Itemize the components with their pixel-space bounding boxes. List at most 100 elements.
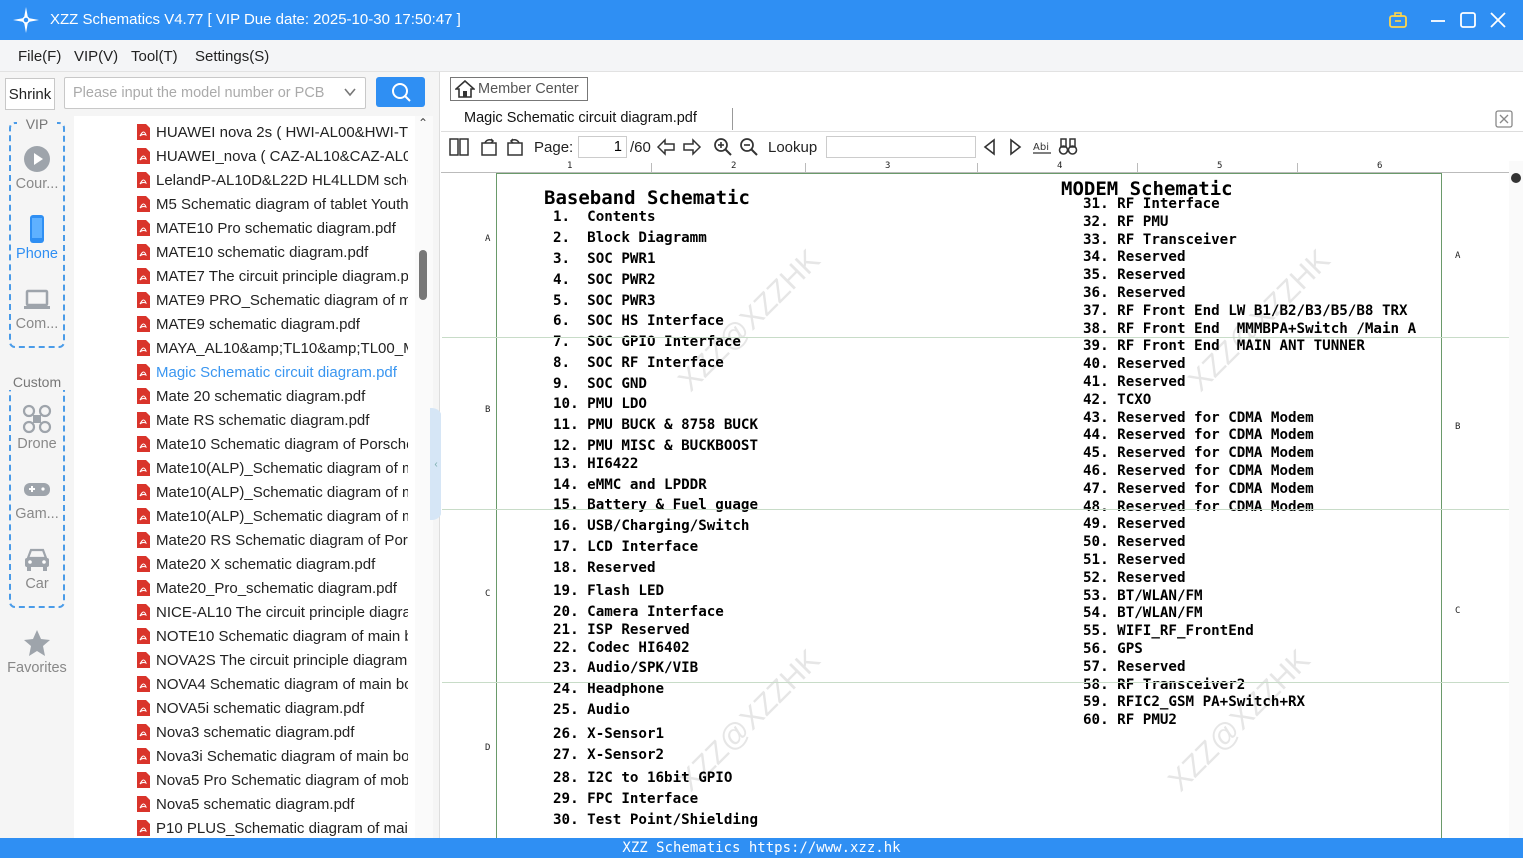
- file-list-item[interactable]: Mate 20 schematic diagram.pdf: [74, 384, 415, 408]
- file-list-item[interactable]: Mate RS schematic diagram.pdf: [74, 408, 415, 432]
- two-page-view-icon[interactable]: [449, 137, 469, 157]
- menu-settings[interactable]: Settings(S): [195, 48, 269, 65]
- toc-entry: 45. Reserved for CDMA Modem: [1083, 445, 1314, 462]
- file-list-item[interactable]: Mate20 RS Schematic diagram of Porsche: [74, 528, 415, 552]
- file-list-item[interactable]: MATE10 schematic diagram.pdf: [74, 240, 415, 264]
- file-list-item[interactable]: MATE7 The circuit principle diagram.pdf: [74, 264, 415, 288]
- file-list-item[interactable]: Mate10(ALP)_Schematic diagram of main: [74, 480, 415, 504]
- previous-page-icon[interactable]: [656, 137, 676, 157]
- document-page-area[interactable]: 123456 XZZ@XZZHK XZZ@XZZHK XZZ@XZZHK XZZ@XZ…: [441, 161, 1509, 838]
- toc-entry: 42. TCXO: [1083, 391, 1152, 408]
- next-page-icon[interactable]: [682, 137, 702, 157]
- binoculars-icon[interactable]: [1058, 137, 1078, 157]
- menu-vip[interactable]: VIP(V): [74, 48, 118, 65]
- file-list-item[interactable]: HUAWEI nova 2s ( HWI-AL00&HWI-TL00 ): [74, 120, 415, 144]
- search-button[interactable]: [376, 77, 425, 107]
- ruler-number: 3: [885, 161, 891, 171]
- search-input[interactable]: [65, 78, 335, 108]
- close-button[interactable]: [1486, 8, 1510, 32]
- file-list-item[interactable]: MATE10 Pro schematic diagram.pdf: [74, 216, 415, 240]
- file-name: MATE9 schematic diagram.pdf: [156, 315, 360, 333]
- file-name: Mate20 RS Schematic diagram of Porsche: [156, 531, 408, 549]
- pdf-icon: [137, 172, 150, 188]
- file-list-item[interactable]: Mate20_Pro_schematic diagram.pdf: [74, 576, 415, 600]
- scroll-up-icon[interactable]: ⌃: [418, 116, 428, 130]
- toc-entry: 19. Flash LED: [553, 583, 665, 599]
- file-list-item[interactable]: NICE-AL10 The circuit principle diagram: [74, 600, 415, 624]
- left-panel: Shrink VIP Cour... Phone Com... Custom D…: [0, 72, 440, 838]
- zoom-out-icon[interactable]: [739, 137, 759, 157]
- file-name: Mate RS schematic diagram.pdf: [156, 411, 370, 429]
- category-phone[interactable]: Phone: [0, 214, 74, 262]
- rotate-right-icon[interactable]: [505, 137, 525, 157]
- file-list-item[interactable]: NOVA5i schematic diagram.pdf: [74, 696, 415, 720]
- tab-document[interactable]: Magic Schematic circuit diagram.pdf: [464, 110, 697, 126]
- toc-entry: 37. RF Front End LW B1/B2/B3/B5/B8 TRX: [1083, 302, 1408, 319]
- pdf-icon: [137, 820, 150, 836]
- toc-entry: 23. Audio/SPK/VIB: [553, 660, 699, 676]
- ruler-tick: [805, 163, 806, 173]
- menu-tool[interactable]: Tool(T): [131, 48, 178, 65]
- member-center-button[interactable]: Member Center: [450, 77, 588, 101]
- file-list-item[interactable]: P10 PLUS_Schematic diagram of main: [74, 816, 415, 838]
- file-list-item[interactable]: Mate10(ALP)_Schematic diagram of main: [74, 504, 415, 528]
- chevron-down-icon[interactable]: [343, 85, 357, 99]
- category-favorites[interactable]: Favorites: [0, 628, 74, 676]
- file-list-item[interactable]: Mate20 X schematic diagram.pdf: [74, 552, 415, 576]
- minimize-button[interactable]: [1426, 8, 1450, 32]
- briefcase-icon[interactable]: [1386, 8, 1410, 32]
- category-label: Cour...: [15, 176, 59, 192]
- lookup-input[interactable]: [826, 136, 976, 158]
- file-list-item[interactable]: NOTE10 Schematic diagram of main board: [74, 624, 415, 648]
- file-list-item[interactable]: NOVA4 Schematic diagram of main board: [74, 672, 415, 696]
- shrink-button[interactable]: Shrink: [5, 78, 55, 110]
- toc-entry: 5. SOC PWR3: [553, 293, 656, 309]
- pdf-icon: [137, 268, 150, 284]
- toc-entry: 22. Codec HI6402: [553, 640, 690, 656]
- member-center-label: Member Center: [478, 81, 579, 97]
- file-list-item[interactable]: NOVA2S The circuit principle diagram: [74, 648, 415, 672]
- document-scrollbar[interactable]: [1509, 161, 1523, 838]
- scroll-thumb[interactable]: [419, 250, 427, 300]
- close-tab-icon[interactable]: [1495, 110, 1513, 128]
- file-list-item[interactable]: Nova5 schematic diagram.pdf: [74, 792, 415, 816]
- file-list-item[interactable]: MATE9 schematic diagram.pdf: [74, 312, 415, 336]
- file-list-item[interactable]: Mate10(ALP)_Schematic diagram of main: [74, 456, 415, 480]
- home-icon: [455, 80, 475, 98]
- file-list-item[interactable]: M5 Schematic diagram of tablet Youth: [74, 192, 415, 216]
- pdf-icon: [137, 628, 150, 644]
- find-next-icon[interactable]: [1005, 137, 1025, 157]
- rotate-left-icon[interactable]: [479, 137, 499, 157]
- zoom-in-icon[interactable]: [713, 137, 733, 157]
- file-list-item[interactable]: LelandP-AL10D&L22D HL4LLDM schematic: [74, 168, 415, 192]
- maximize-button[interactable]: [1456, 8, 1480, 32]
- toc-entry: 44. Reserved for CDMA Modem: [1083, 427, 1314, 444]
- file-list-item[interactable]: Mate10 Schematic diagram of Porsche: [74, 432, 415, 456]
- file-list-item[interactable]: Nova3 schematic diagram.pdf: [74, 720, 415, 744]
- category-courses[interactable]: Cour...: [0, 144, 74, 192]
- ruler-number: 1: [567, 161, 573, 171]
- file-list-item[interactable]: Nova5 Pro Schematic diagram of mobile: [74, 768, 415, 792]
- scroll-position-marker[interactable]: [1509, 169, 1523, 189]
- category-computer[interactable]: Com...: [0, 284, 74, 332]
- find-previous-icon[interactable]: [980, 137, 1000, 157]
- file-list-item[interactable]: Nova3i Schematic diagram of main board: [74, 744, 415, 768]
- file-list-item[interactable]: MATE9 PRO_Schematic diagram of main: [74, 288, 415, 312]
- file-list-item[interactable]: MAYA_AL10&amp;TL10&amp;TL00_MAIN: [74, 336, 415, 360]
- menu-file[interactable]: File(F): [18, 48, 61, 65]
- match-case-icon[interactable]: Abi: [1032, 137, 1052, 157]
- file-name: MATE9 PRO_Schematic diagram of main: [156, 291, 408, 309]
- file-list-item[interactable]: HUAWEI_nova ( CAZ-AL10&CAZ-AL00 ): [74, 144, 415, 168]
- ruler-tick: [651, 163, 652, 173]
- file-name: Mate20_Pro_schematic diagram.pdf: [156, 579, 397, 597]
- gamepad-icon: [24, 483, 50, 496]
- page-number-input[interactable]: [578, 136, 627, 158]
- category-games[interactable]: Gam...: [0, 474, 74, 522]
- file-name: LelandP-AL10D&L22D HL4LLDM schematic: [156, 171, 408, 189]
- file-name: MATE10 Pro schematic diagram.pdf: [156, 219, 396, 237]
- category-drone[interactable]: Drone: [0, 404, 74, 452]
- row-letter-right: B: [1455, 422, 1461, 432]
- file-list-item[interactable]: Magic Schematic circuit diagram.pdf: [74, 360, 415, 384]
- category-car[interactable]: Car: [0, 544, 74, 592]
- category-label: Car: [25, 576, 49, 592]
